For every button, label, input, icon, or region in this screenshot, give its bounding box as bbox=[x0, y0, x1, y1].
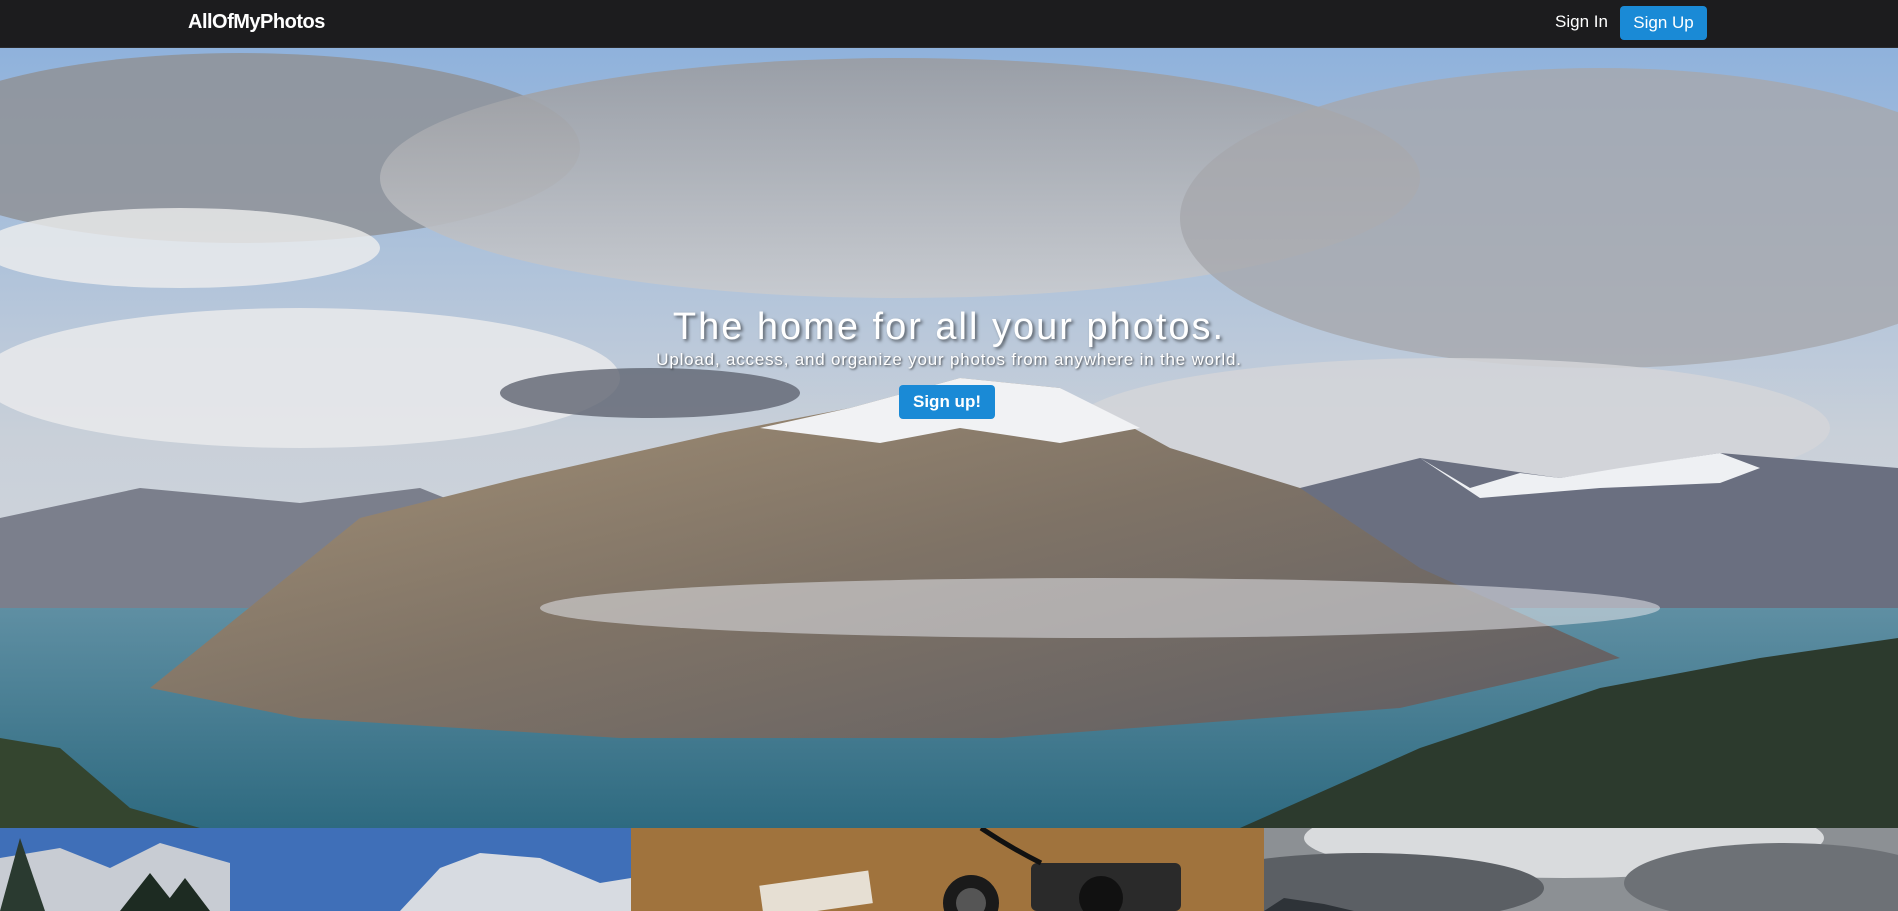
hero-section: The home for all your photos. Upload, ac… bbox=[0, 48, 1898, 828]
stormy-clouds-image bbox=[1264, 828, 1898, 911]
photo-gallery bbox=[0, 828, 1898, 911]
hero-title: The home for all your photos. bbox=[672, 306, 1226, 348]
sign-up-button[interactable]: Sign Up bbox=[1620, 6, 1707, 40]
hero-sign-up-button[interactable]: Sign up! bbox=[899, 385, 995, 419]
gallery-photo-snowy-peaks[interactable] bbox=[0, 828, 631, 911]
gallery-photo-stormy-clouds[interactable] bbox=[1264, 828, 1898, 911]
snowy-peaks-image bbox=[0, 828, 631, 911]
gallery-photo-vintage-camera[interactable] bbox=[631, 828, 1264, 911]
brand-logo[interactable]: AllOfMyPhotos bbox=[188, 11, 325, 34]
hero-subtitle: Upload, access, and organize your photos… bbox=[656, 350, 1242, 369]
hero-background-image bbox=[0, 48, 1898, 828]
navbar: AllOfMyPhotos Sign In Sign Up bbox=[0, 0, 1898, 48]
vintage-camera-image bbox=[631, 828, 1264, 911]
sign-in-link[interactable]: Sign In bbox=[1555, 12, 1608, 32]
